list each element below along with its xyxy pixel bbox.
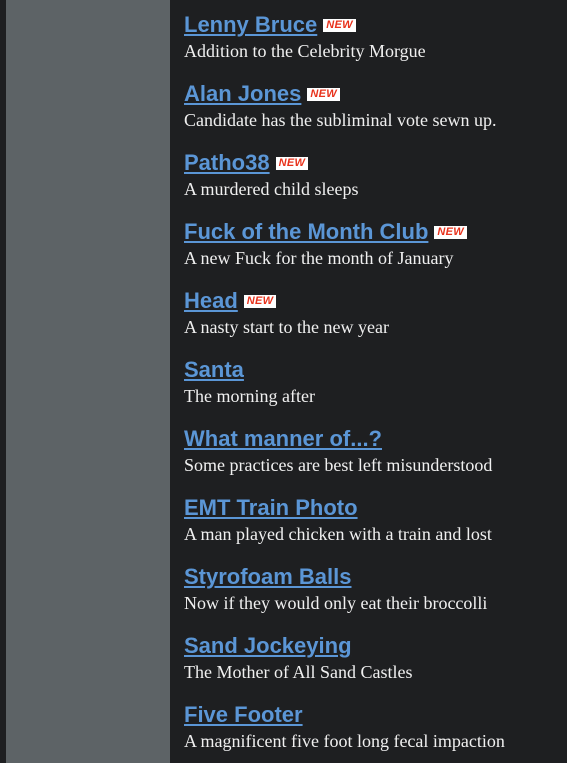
entry-link[interactable]: EMT Train Photo xyxy=(184,495,358,521)
entry-link[interactable]: Alan Jones xyxy=(184,81,301,107)
list-item: EMT Train Photo A man played chicken wit… xyxy=(184,493,567,562)
new-badge: NEW xyxy=(275,156,309,170)
page: Lenny Bruce NEW Addition to the Celebrit… xyxy=(0,0,567,763)
new-badge: NEW xyxy=(323,18,356,32)
entry-link[interactable]: Head xyxy=(184,288,238,314)
list-item: What manner of...? Some practices are be… xyxy=(184,424,567,493)
list-item: Alan Jones NEW Candidate has the sublimi… xyxy=(184,79,567,148)
entry-description: Some practices are best left misundersto… xyxy=(184,455,493,475)
entry-description: A man played chicken with a train and lo… xyxy=(184,524,492,544)
list-item: Sand Jockeying The Mother of All Sand Ca… xyxy=(184,631,567,700)
entry-description: A murdered child sleeps xyxy=(184,179,359,199)
entry-link[interactable]: Sand Jockeying xyxy=(184,633,352,659)
list-item: Santa The morning after xyxy=(184,355,567,424)
entry-link[interactable]: Lenny Bruce xyxy=(184,12,317,38)
list-item: Styrofoam Balls Now if they would only e… xyxy=(184,562,567,631)
entry-link[interactable]: Santa xyxy=(184,357,244,383)
entry-description: A magnificent five foot long fecal impac… xyxy=(184,731,505,751)
entry-description: Addition to the Celebrity Morgue xyxy=(184,41,426,61)
new-badge: NEW xyxy=(434,225,467,239)
main-content: Lenny Bruce NEW Addition to the Celebrit… xyxy=(170,0,567,763)
entry-description: Candidate has the subliminal vote sewn u… xyxy=(184,110,497,130)
new-badge: NEW xyxy=(243,294,277,308)
entry-description: The Mother of All Sand Castles xyxy=(184,662,413,682)
entry-link[interactable]: Fuck of the Month Club xyxy=(184,219,428,245)
list-item: Five Footer A magnificent five foot long… xyxy=(184,700,567,763)
entry-link[interactable]: Patho38 xyxy=(184,150,270,176)
entry-link[interactable]: Five Footer xyxy=(184,702,303,728)
list-item: Lenny Bruce NEW Addition to the Celebrit… xyxy=(184,10,567,79)
entry-description: Now if they would only eat their broccol… xyxy=(184,593,488,613)
entry-link[interactable]: Styrofoam Balls xyxy=(184,564,352,590)
sidebar xyxy=(6,0,170,763)
list-item: Fuck of the Month Club NEW A new Fuck fo… xyxy=(184,217,567,286)
entry-link[interactable]: What manner of...? xyxy=(184,426,382,452)
list-item: Head NEW A nasty start to the new year xyxy=(184,286,567,355)
new-badge: NEW xyxy=(307,87,340,101)
entry-description: A new Fuck for the month of January xyxy=(184,248,454,268)
list-item: Patho38 NEW A murdered child sleeps xyxy=(184,148,567,217)
entry-description: The morning after xyxy=(184,386,315,406)
entry-description: A nasty start to the new year xyxy=(184,317,389,337)
